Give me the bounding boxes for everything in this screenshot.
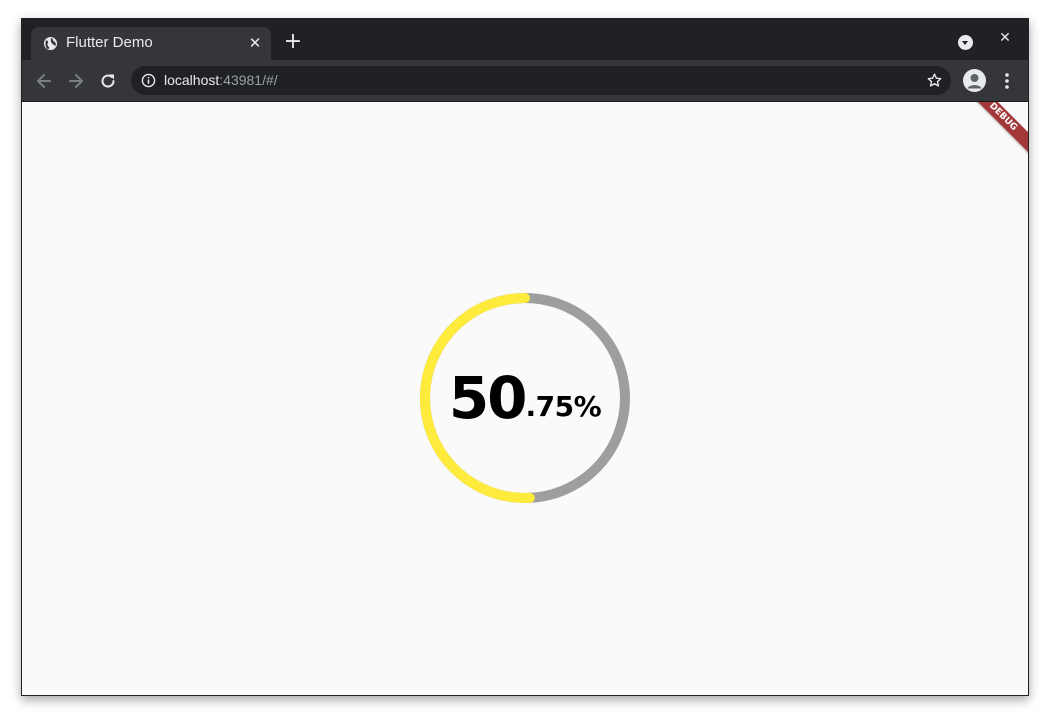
- progress-integer: 50: [448, 364, 528, 432]
- browser-window: Flutter Demo ✕ + ✕ localhost:43981/#/ 50…: [21, 18, 1029, 696]
- tab-title: Flutter Demo: [66, 34, 153, 51]
- progress-value: 50.75%: [419, 292, 631, 504]
- address-bar[interactable]: localhost:43981/#/: [131, 66, 951, 95]
- browser-toolbar: localhost:43981/#/: [22, 60, 1028, 102]
- address-host: localhost: [164, 72, 220, 88]
- bookmark-star-icon[interactable]: [926, 72, 943, 89]
- debug-banner: DEBUG: [959, 102, 1028, 161]
- close-tab-icon[interactable]: ✕: [247, 35, 263, 51]
- tab-search-icon[interactable]: [958, 35, 973, 50]
- forward-arrow-icon[interactable]: [66, 71, 86, 91]
- back-arrow-icon[interactable]: [34, 71, 54, 91]
- address-url: localhost:43981/#/: [164, 72, 278, 88]
- tab-strip: Flutter Demo ✕ + ✕: [22, 19, 1028, 60]
- new-tab-button[interactable]: +: [283, 31, 303, 53]
- reload-icon[interactable]: [98, 71, 118, 91]
- menu-kebab-icon[interactable]: [1000, 71, 1014, 91]
- person-icon: [967, 74, 982, 89]
- address-path: :43981/#/: [219, 72, 278, 88]
- progress-fraction: .75%: [525, 390, 602, 423]
- tab-flutter-demo[interactable]: Flutter Demo ✕: [31, 27, 271, 60]
- window-close-button[interactable]: ✕: [997, 30, 1013, 46]
- profile-avatar-icon[interactable]: [963, 69, 986, 92]
- globe-icon: [43, 36, 58, 51]
- site-info-icon[interactable]: [141, 73, 156, 88]
- app-viewport: 50.75% DEBUG: [22, 102, 1028, 695]
